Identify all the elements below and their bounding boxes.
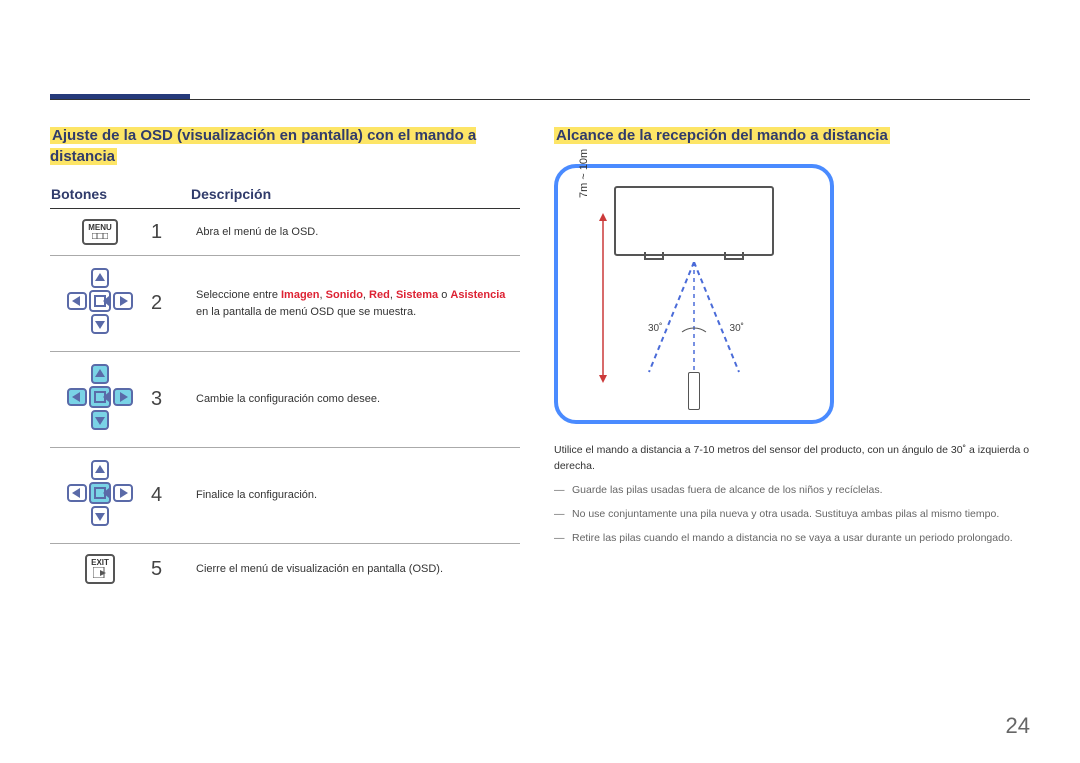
remote-icon <box>688 372 700 410</box>
step-desc: Abra el menú de la OSD. <box>190 209 520 256</box>
manual-page: Ajuste de la OSD (visualización en panta… <box>0 0 1080 763</box>
step-desc: Finalice la configuración. <box>190 448 520 544</box>
buttons-table: Botones Descripción MENU 1 Abra el menú … <box>50 185 520 594</box>
section-heading-range: Alcance de la recepción del mando a dist… <box>554 125 1034 146</box>
dpad-icon <box>50 448 150 544</box>
step-number: 4 <box>150 448 190 544</box>
range-arrow-icon <box>596 213 610 383</box>
range-diagram: 7m ~ 10m 30˚ 30˚ <box>554 164 834 424</box>
page-number: 24 <box>1006 713 1030 739</box>
step-desc: Cierre el menú de visualización en panta… <box>190 544 520 595</box>
angle-right: 30˚ <box>730 323 744 334</box>
bullet-note: Retire las pilas cuando el mando a dista… <box>554 530 1034 546</box>
osd-adjust-section: Ajuste de la OSD (visualización en panta… <box>50 125 520 594</box>
menu-button-icon: MENU <box>50 209 150 256</box>
remote-range-section: Alcance de la recepción del mando a dist… <box>554 125 1034 546</box>
step-desc: Cambie la configuración como desee. <box>190 352 520 448</box>
bullet-note: Guarde las pilas usadas fuera de alcance… <box>554 482 1034 498</box>
th-buttons: Botones <box>50 185 150 209</box>
top-rule-accent <box>50 94 190 99</box>
step-desc: Seleccione entre Imagen, Sonido, Red, Si… <box>190 256 520 352</box>
exit-button-icon: EXIT <box>50 544 150 595</box>
step-number: 5 <box>150 544 190 595</box>
tv-icon <box>614 186 774 256</box>
step-number: 3 <box>150 352 190 448</box>
top-rule <box>50 99 1030 100</box>
step-number: 2 <box>150 256 190 352</box>
angle-left: 30˚ <box>648 323 662 334</box>
bullet-note: No use conjuntamente una pila nueva y ot… <box>554 506 1034 522</box>
section-heading-osd: Ajuste de la OSD (visualización en panta… <box>50 125 520 167</box>
usage-note: Utilice el mando a distancia a 7-10 metr… <box>554 442 1034 474</box>
dpad-icon <box>50 256 150 352</box>
range-label: 7m ~ 10m <box>578 149 590 198</box>
step-number: 1 <box>150 209 190 256</box>
dpad-active-icon <box>50 352 150 448</box>
th-description: Descripción <box>190 185 520 209</box>
